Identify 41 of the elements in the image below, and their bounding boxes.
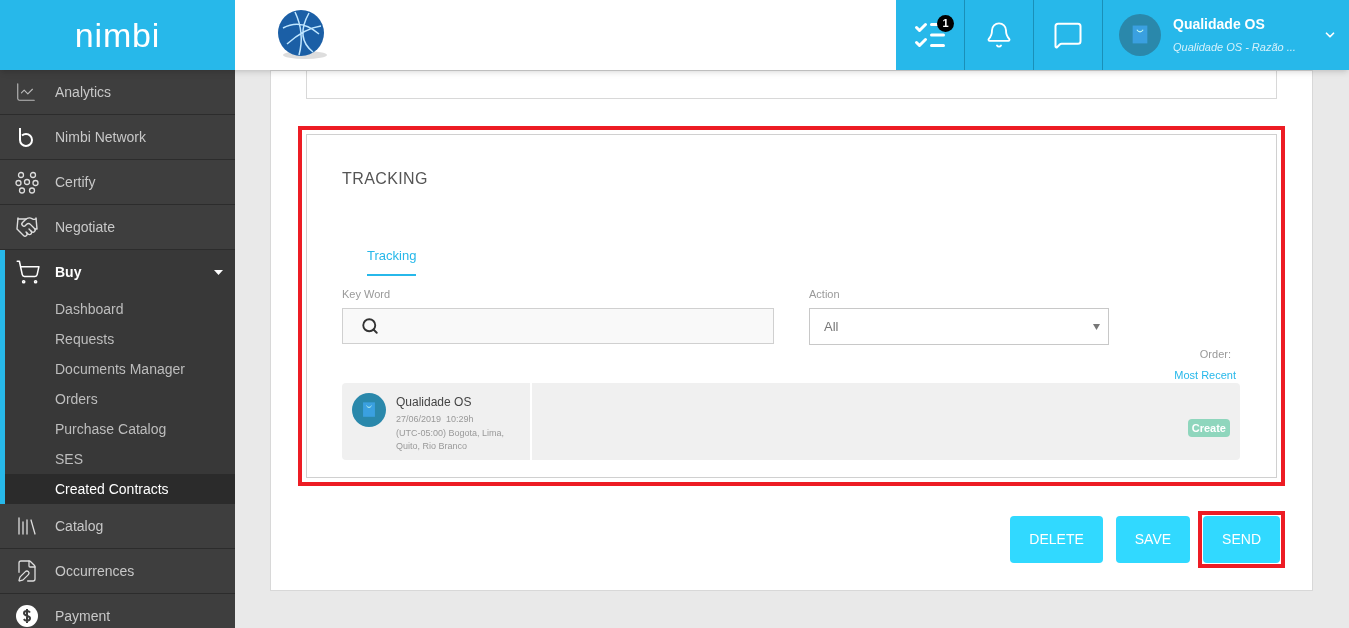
submenu-item[interactable]: Documents Manager [5,354,235,384]
avatar-icon [352,393,386,427]
submenu-item[interactable]: SES [5,444,235,474]
entry-timezone: (UTC-05:00) Bogota, Lima, Quito, Rio Branco [396,426,506,453]
section-title: TRACKING [342,169,429,189]
submenu-item[interactable]: Created Contracts [5,474,235,504]
submenu-item[interactable]: Purchase Catalog [5,414,235,444]
company-name: Qualidade OS - Razão ... [1173,40,1297,56]
bell-icon [985,21,1013,49]
order-label: Order: [1199,347,1231,362]
sidebar-item[interactable]: Buy [5,250,235,294]
sidebar-item[interactable]: Payment [0,594,235,628]
handshake-icon [15,215,39,239]
sidebar-item[interactable]: Catalog [0,504,235,548]
caret-icon [1093,323,1100,330]
chat-icon [1053,20,1083,50]
submenu-item[interactable]: Requests [5,324,235,354]
caret-icon [214,269,223,275]
sidebar-item[interactable]: Occurrences [0,549,235,593]
sidebar-item[interactable]: Certify [0,160,235,204]
network-icon [15,170,39,194]
document-pen-icon [15,559,39,583]
user-name: Qualidade OS [1173,15,1266,35]
search-icon [361,317,379,335]
cart-icon [15,259,41,285]
notification-badge: 1 [937,15,954,32]
globe-icon [275,8,329,62]
entry-date: 27/06/2019 10:29h [396,413,475,426]
sidebar-item[interactable]: Analytics [0,70,235,114]
keyword-search-field[interactable] [342,308,774,344]
action-tag: Create [1187,418,1230,437]
field-label: Key Word [342,286,392,302]
sidebar-item[interactable]: Negotiate [0,205,235,249]
chart-icon [15,81,37,103]
field-label: Action [809,286,841,302]
action-select[interactable]: All [809,308,1109,345]
avatar-icon [1119,14,1161,56]
submenu-item[interactable]: Dashboard [5,294,235,324]
entry-user: Qualidade OS [396,394,473,411]
sidebar-item[interactable]: Nimbi Network [0,115,235,159]
submenu-item[interactable]: Orders [5,384,235,414]
